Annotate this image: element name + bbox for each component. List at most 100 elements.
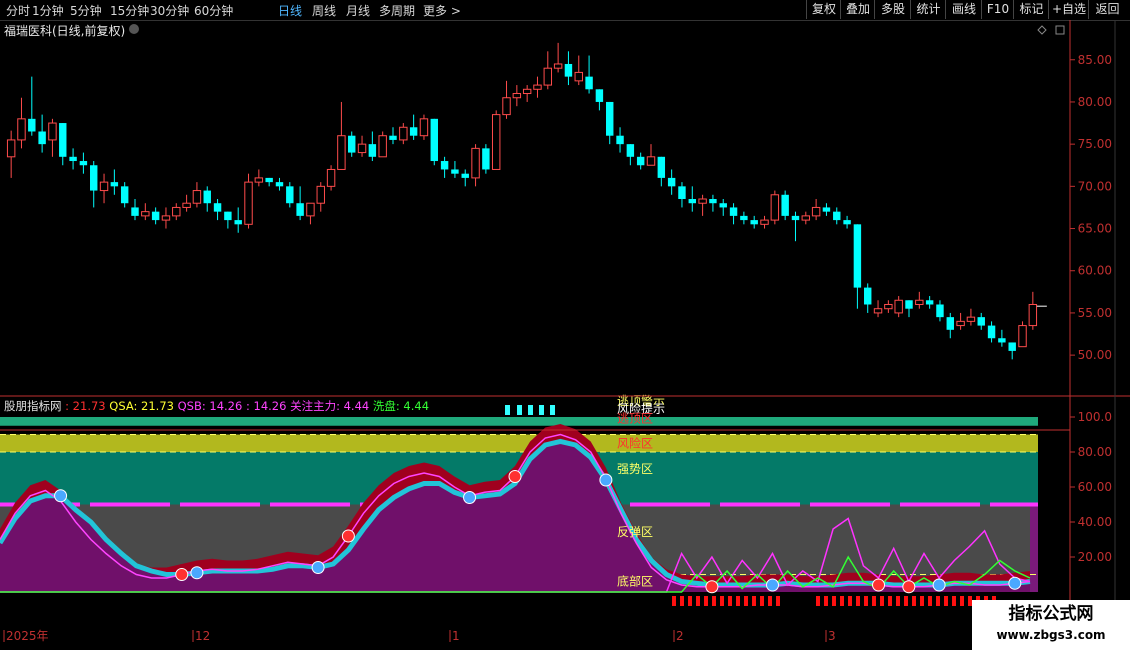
sell-signal-ball[interactable] <box>902 580 916 594</box>
candle-body[interactable] <box>719 203 727 208</box>
candle-body[interactable] <box>254 177 264 183</box>
buy-signal-ball[interactable] <box>190 566 204 580</box>
candle-body[interactable] <box>781 194 789 216</box>
candle-body[interactable] <box>750 220 758 225</box>
candle-body[interactable] <box>213 203 222 212</box>
candle-body[interactable] <box>646 156 656 166</box>
indicator-name[interactable]: 股朋指标网 <box>4 399 62 413</box>
candle-body[interactable] <box>925 300 934 305</box>
candle-body[interactable] <box>606 101 614 136</box>
candle-body[interactable] <box>90 165 98 191</box>
toolbar-button-3[interactable]: 统计 <box>910 0 946 19</box>
candle-body[interactable] <box>265 177 273 183</box>
candle-body[interactable] <box>120 186 129 204</box>
candle-body[interactable] <box>843 220 851 225</box>
candle-body[interactable] <box>451 169 459 174</box>
candle-body[interactable] <box>48 122 57 141</box>
sell-signal-ball[interactable] <box>705 580 719 594</box>
buy-signal-ball[interactable] <box>311 561 325 574</box>
period-tab-10[interactable]: 更多 > <box>423 2 461 19</box>
toolbar-button-5[interactable]: F10 <box>981 0 1014 19</box>
buy-signal-ball[interactable] <box>1008 576 1022 590</box>
candle-body[interactable] <box>522 88 532 95</box>
buy-signal-ball[interactable] <box>54 489 68 503</box>
buy-signal-ball[interactable] <box>463 491 477 504</box>
candle-body[interactable] <box>791 215 800 221</box>
candle-body[interactable] <box>760 219 769 225</box>
candle-body[interactable] <box>502 97 511 116</box>
period-tab-6[interactable]: 日线 <box>278 2 302 19</box>
candle-body[interactable] <box>833 211 841 221</box>
candle-body[interactable] <box>543 67 553 86</box>
sell-signal-ball[interactable] <box>508 470 522 483</box>
candle-body[interactable] <box>698 198 707 204</box>
candle-body[interactable] <box>419 118 429 137</box>
period-tab-9[interactable]: 多周期 <box>379 2 415 19</box>
candle-body[interactable] <box>203 190 211 204</box>
candle-body[interactable] <box>357 143 367 154</box>
candle-body[interactable] <box>894 299 903 314</box>
buy-signal-ball[interactable] <box>766 578 779 592</box>
toolbar-button-8[interactable]: 返回 <box>1088 0 1126 19</box>
indicator-chart[interactable]: 逃顶警示风险提示逃顶区风险区强势区反弹区底部区 <box>0 393 1038 606</box>
candle-body[interactable] <box>430 118 438 162</box>
sell-signal-ball[interactable] <box>341 529 355 543</box>
period-tab-8[interactable]: 月线 <box>346 2 370 19</box>
candle-body[interactable] <box>378 135 387 158</box>
candle-body[interactable] <box>110 182 119 187</box>
candle-body[interactable] <box>533 84 542 90</box>
candle-body[interactable] <box>811 206 821 217</box>
candle-body[interactable] <box>801 215 811 221</box>
candle-body[interactable] <box>574 71 583 82</box>
candle-body[interactable] <box>234 220 242 225</box>
candle-body[interactable] <box>512 93 522 99</box>
candle-body[interactable] <box>244 181 253 225</box>
toolbar-button-4[interactable]: 画线 <box>945 0 982 19</box>
dropdown-icon[interactable] <box>129 24 139 34</box>
window-icon[interactable] <box>1055 25 1065 35</box>
candle-body[interactable] <box>151 211 160 221</box>
candle-body[interactable] <box>28 118 36 132</box>
candle-body[interactable] <box>59 123 67 157</box>
candle-body[interactable] <box>616 135 624 145</box>
candle-body[interactable] <box>6 139 16 158</box>
candle-body[interactable] <box>1018 325 1027 348</box>
candle-body[interactable] <box>853 224 862 288</box>
candle-body[interactable] <box>585 76 593 90</box>
candle-body[interactable] <box>409 127 418 136</box>
toolbar-button-0[interactable]: 复权 <box>806 0 841 19</box>
candle-body[interactable] <box>553 63 563 69</box>
candle-body[interactable] <box>399 126 408 141</box>
candle-body[interactable] <box>864 287 872 305</box>
sell-signal-ball[interactable] <box>872 578 886 592</box>
candle-body[interactable] <box>626 144 635 157</box>
candle-body[interactable] <box>296 203 304 216</box>
candle-body[interactable] <box>161 215 171 221</box>
candle-body[interactable] <box>956 320 965 327</box>
candle-body[interactable] <box>491 114 501 170</box>
period-tab-7[interactable]: 周线 <box>312 2 336 19</box>
candle-body[interactable] <box>131 207 139 216</box>
candle-body[interactable] <box>440 161 449 170</box>
candle-body[interactable] <box>471 147 480 179</box>
toolbar-button-7[interactable]: +自选 <box>1048 0 1089 19</box>
candle-body[interactable] <box>595 89 604 102</box>
candle-body[interactable] <box>936 304 944 318</box>
candle-body[interactable] <box>636 156 645 166</box>
candle-body[interactable] <box>182 202 191 208</box>
candle-body[interactable] <box>998 338 1006 343</box>
candle-body[interactable] <box>667 177 676 187</box>
candle-body[interactable] <box>905 300 913 309</box>
candle-body[interactable] <box>688 199 696 204</box>
candle-body[interactable] <box>873 308 883 314</box>
candle-body[interactable] <box>348 135 356 153</box>
candle-body[interactable] <box>368 144 377 157</box>
toolbar-button-2[interactable]: 多股 <box>874 0 911 19</box>
candle-body[interactable] <box>389 135 397 140</box>
candle-body[interactable] <box>678 186 686 199</box>
toolbar-button-6[interactable]: 标记 <box>1013 0 1049 19</box>
period-tab-0[interactable]: 分时 <box>6 2 30 19</box>
buy-signal-ball[interactable] <box>599 473 613 487</box>
toolbar-button-1[interactable]: 叠加 <box>840 0 875 19</box>
sell-signal-ball[interactable] <box>175 568 189 581</box>
